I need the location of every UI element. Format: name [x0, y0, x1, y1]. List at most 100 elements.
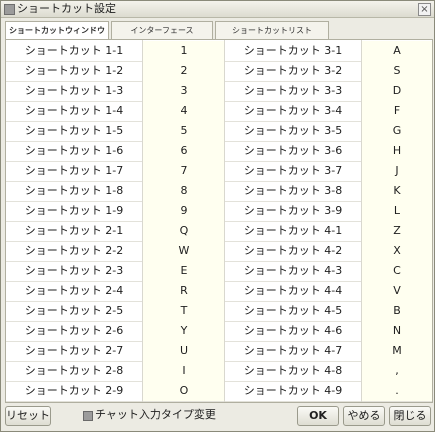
reset-button[interactable]: リセット — [5, 406, 51, 426]
shortcut-label-right: ショートカット 4-7 — [243, 344, 343, 357]
window-icon — [4, 4, 15, 15]
shortcut-key-right[interactable]: M — [362, 341, 432, 361]
shortcut-key-left[interactable]: 5 — [143, 121, 225, 141]
shortcut-key-left[interactable]: 1 — [143, 41, 225, 61]
shortcut-key-right[interactable]: V — [362, 281, 432, 301]
shortcut-label-left: ショートカット 2-8 — [24, 364, 124, 377]
bottom-bar: リセット チャット入力タイプ変更 OK やめる 閉じる — [1, 403, 434, 431]
shortcut-key-left[interactable]: 3 — [143, 81, 225, 101]
table-row: ショートカット 2-5 T ショートカット 4-5 B — [6, 301, 432, 322]
column-divider — [142, 40, 143, 402]
shortcut-label-left: ショートカット 2-5 — [24, 304, 124, 317]
shortcut-label-right: ショートカット 4-6 — [243, 324, 343, 337]
shortcut-label-right: ショートカット 3-7 — [243, 164, 343, 177]
shortcut-label-left: ショートカット 1-9 — [24, 204, 124, 217]
cancel-button[interactable]: やめる — [343, 406, 385, 426]
shortcut-label-left: ショートカット 2-9 — [24, 384, 124, 397]
shortcut-key-right[interactable]: C — [362, 261, 432, 281]
shortcut-label-right: ショートカット 3-1 — [243, 44, 343, 57]
tab-bar: ショートカットウィンドウ インターフェース ショートカットリスト — [5, 21, 431, 40]
shortcut-label-right: ショートカット 3-5 — [243, 124, 343, 137]
shortcut-key-right[interactable]: N — [362, 321, 432, 341]
table-row: ショートカット 1-8 8 ショートカット 3-8 K — [6, 181, 432, 202]
shortcut-label-right: ショートカット 3-9 — [243, 204, 343, 217]
shortcut-key-left[interactable]: 9 — [143, 201, 225, 221]
shortcut-key-right[interactable]: G — [362, 121, 432, 141]
shortcut-label-left: ショートカット 1-8 — [24, 184, 124, 197]
shortcut-key-left[interactable]: 4 — [143, 101, 225, 121]
table-row: ショートカット 2-4 R ショートカット 4-4 V — [6, 281, 432, 302]
table-row: ショートカット 2-8 I ショートカット 4-8, — [6, 361, 432, 382]
shortcut-key-left[interactable]: Y — [143, 321, 225, 341]
shortcut-label-left: ショートカット 2-4 — [24, 284, 124, 297]
shortcut-label-left: ショートカット 2-7 — [24, 344, 124, 357]
table-row: ショートカット 2-2 W ショートカット 4-2 X — [6, 241, 432, 262]
title-bar[interactable]: ショートカット設定 × — [1, 1, 434, 18]
shortcut-key-right[interactable]: L — [362, 201, 432, 221]
shortcut-label-right: ショートカット 3-4 — [243, 104, 343, 117]
table-row: ショートカット 1-7 7 ショートカット 3-7 J — [6, 161, 432, 182]
shortcut-key-right[interactable]: J — [362, 161, 432, 181]
shortcut-key-right[interactable]: Z — [362, 221, 432, 241]
table-row: ショートカット 1-1 1 ショートカット 3-1 A — [6, 41, 432, 62]
chat-toggle-label: チャット入力タイプ変更 — [95, 408, 216, 421]
shortcut-label-right: ショートカット 4-9 — [243, 384, 343, 397]
shortcut-key-left[interactable]: I — [143, 361, 225, 381]
shortcut-settings-window: ショートカット設定 × ショートカットウィンドウ インターフェース ショートカッ… — [0, 0, 435, 432]
shortcut-label-left: ショートカット 1-6 — [24, 144, 124, 157]
shortcut-label-right: ショートカット 4-8 — [243, 364, 343, 377]
ok-button[interactable]: OK — [297, 406, 339, 426]
shortcut-label-left: ショートカット 1-1 — [24, 44, 124, 57]
shortcut-key-right[interactable]: B — [362, 301, 432, 321]
shortcut-label-left: ショートカット 1-5 — [24, 124, 124, 137]
shortcut-key-right[interactable]: X — [362, 241, 432, 261]
shortcut-key-left[interactable]: T — [143, 301, 225, 321]
close-icon[interactable]: × — [418, 3, 431, 16]
tab-shortcut-window[interactable]: ショートカットウィンドウ — [5, 21, 109, 40]
table-row: ショートカット 1-6 6 ショートカット 3-6 H — [6, 141, 432, 162]
table-row: ショートカット 1-9 9 ショートカット 3-9 L — [6, 201, 432, 222]
shortcut-label-right: ショートカット 4-2 — [243, 244, 343, 257]
shortcut-key-left[interactable]: 8 — [143, 181, 225, 201]
shortcut-key-left[interactable]: W — [143, 241, 225, 261]
tab-shortcut-list[interactable]: ショートカットリスト — [215, 21, 329, 39]
shortcut-key-left[interactable]: U — [143, 341, 225, 361]
shortcut-label-right: ショートカット 3-6 — [243, 144, 343, 157]
shortcut-label-left: ショートカット 1-7 — [24, 164, 124, 177]
shortcut-label-right: ショートカット 3-2 — [243, 64, 343, 77]
shortcut-key-left[interactable]: R — [143, 281, 225, 301]
shortcut-key-right[interactable]: D — [362, 81, 432, 101]
shortcut-label-right: ショートカット 3-3 — [243, 84, 343, 97]
shortcut-key-left[interactable]: Q — [143, 221, 225, 241]
window-title: ショートカット設定 — [17, 2, 116, 15]
shortcut-key-right[interactable]: . — [362, 381, 432, 401]
table-row: ショートカット 2-3 E ショートカット 4-3 C — [6, 261, 432, 282]
tab-interface[interactable]: インターフェース — [111, 21, 213, 39]
shortcut-label-left: ショートカット 1-2 — [24, 64, 124, 77]
table-row: ショートカット 2-7 U ショートカット 4-7 M — [6, 341, 432, 362]
shortcut-key-right[interactable]: , — [362, 361, 432, 381]
shortcut-label-left: ショートカット 2-3 — [24, 264, 124, 277]
shortcut-label-left: ショートカット 1-3 — [24, 84, 124, 97]
table-row: ショートカット 1-3 3 ショートカット 3-3 D — [6, 81, 432, 102]
shortcut-key-left[interactable]: O — [143, 381, 225, 401]
chat-toggle-checkbox[interactable] — [83, 411, 93, 421]
column-divider — [224, 40, 225, 402]
shortcut-key-left[interactable]: 2 — [143, 61, 225, 81]
shortcut-key-left[interactable]: E — [143, 261, 225, 281]
shortcut-key-left[interactable]: 6 — [143, 141, 225, 161]
shortcut-label-right: ショートカット 3-8 — [243, 184, 343, 197]
table-row: ショートカット 2-6 Y ショートカット 4-6 N — [6, 321, 432, 342]
shortcut-key-right[interactable]: K — [362, 181, 432, 201]
shortcut-key-right[interactable]: H — [362, 141, 432, 161]
shortcut-label-left: ショートカット 2-1 — [24, 224, 124, 237]
shortcut-key-right[interactable]: A — [362, 41, 432, 61]
shortcut-table: ショートカット 1-1 1 ショートカット 3-1 A ショートカット 1-2 2 ショート… — [5, 39, 433, 403]
shortcut-label-right: ショートカット 4-4 — [243, 284, 343, 297]
shortcut-key-right[interactable]: S — [362, 61, 432, 81]
shortcut-key-right[interactable]: F — [362, 101, 432, 121]
close-button[interactable]: 閉じる — [389, 406, 431, 426]
table-row: ショートカット 1-5 5 ショートカット 3-5 G — [6, 121, 432, 142]
shortcut-label-left: ショートカット 2-6 — [24, 324, 124, 337]
shortcut-key-left[interactable]: 7 — [143, 161, 225, 181]
